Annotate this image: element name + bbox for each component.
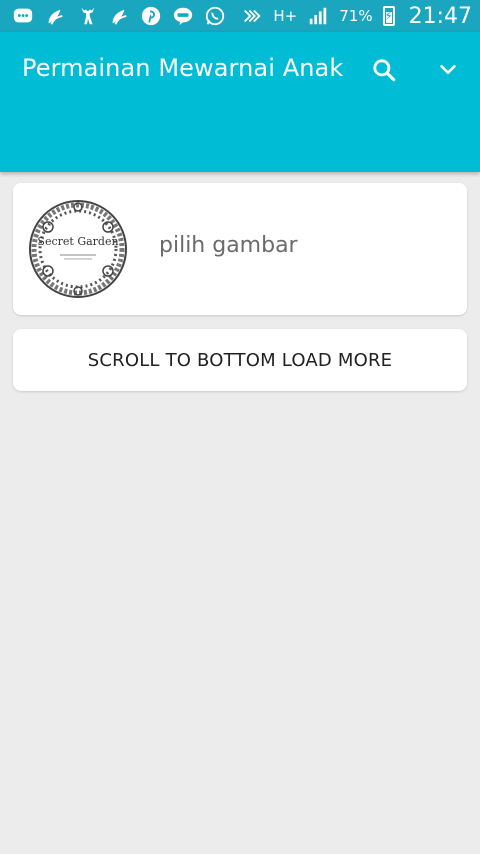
item-label: pilih gambar — [159, 233, 298, 258]
clock: 21:47 — [408, 3, 472, 29]
search-icon — [373, 59, 396, 82]
search-button[interactable] — [364, 50, 404, 90]
app-title: Permainan Mewarnai Anak — [22, 54, 344, 82]
load-more-button[interactable]: SCROLL TO BOTTOM LOAD MORE — [13, 329, 467, 391]
battery-icon: ⚡ — [382, 6, 395, 26]
network-type: H+ — [273, 7, 298, 25]
pinterest-icon — [140, 5, 162, 27]
chevron-down-icon — [440, 65, 456, 75]
sprout-icon — [44, 5, 66, 27]
thumbnail-title: Secret Garden — [37, 235, 118, 248]
list-item[interactable]: Secret Garden pilih gambar — [13, 183, 467, 315]
signal-icon — [307, 5, 329, 27]
app-bar: Permainan Mewarnai Anak — [0, 32, 480, 172]
status-notifications — [12, 5, 226, 27]
status-bar: H+ 71% ⚡ 21:47 — [0, 0, 480, 32]
battery-percent: 71% — [339, 7, 373, 25]
thumbnail-secret-garden: Secret Garden — [26, 197, 130, 301]
nfc-icon — [241, 5, 263, 27]
chat-icon — [12, 5, 34, 27]
status-system: H+ 71% ⚡ 21:47 — [241, 4, 472, 29]
deer-icon — [76, 5, 98, 27]
expand-menu-button[interactable] — [428, 50, 468, 90]
line-icon — [172, 5, 194, 27]
whatsapp-icon — [204, 5, 226, 27]
sprout-icon — [108, 5, 130, 27]
